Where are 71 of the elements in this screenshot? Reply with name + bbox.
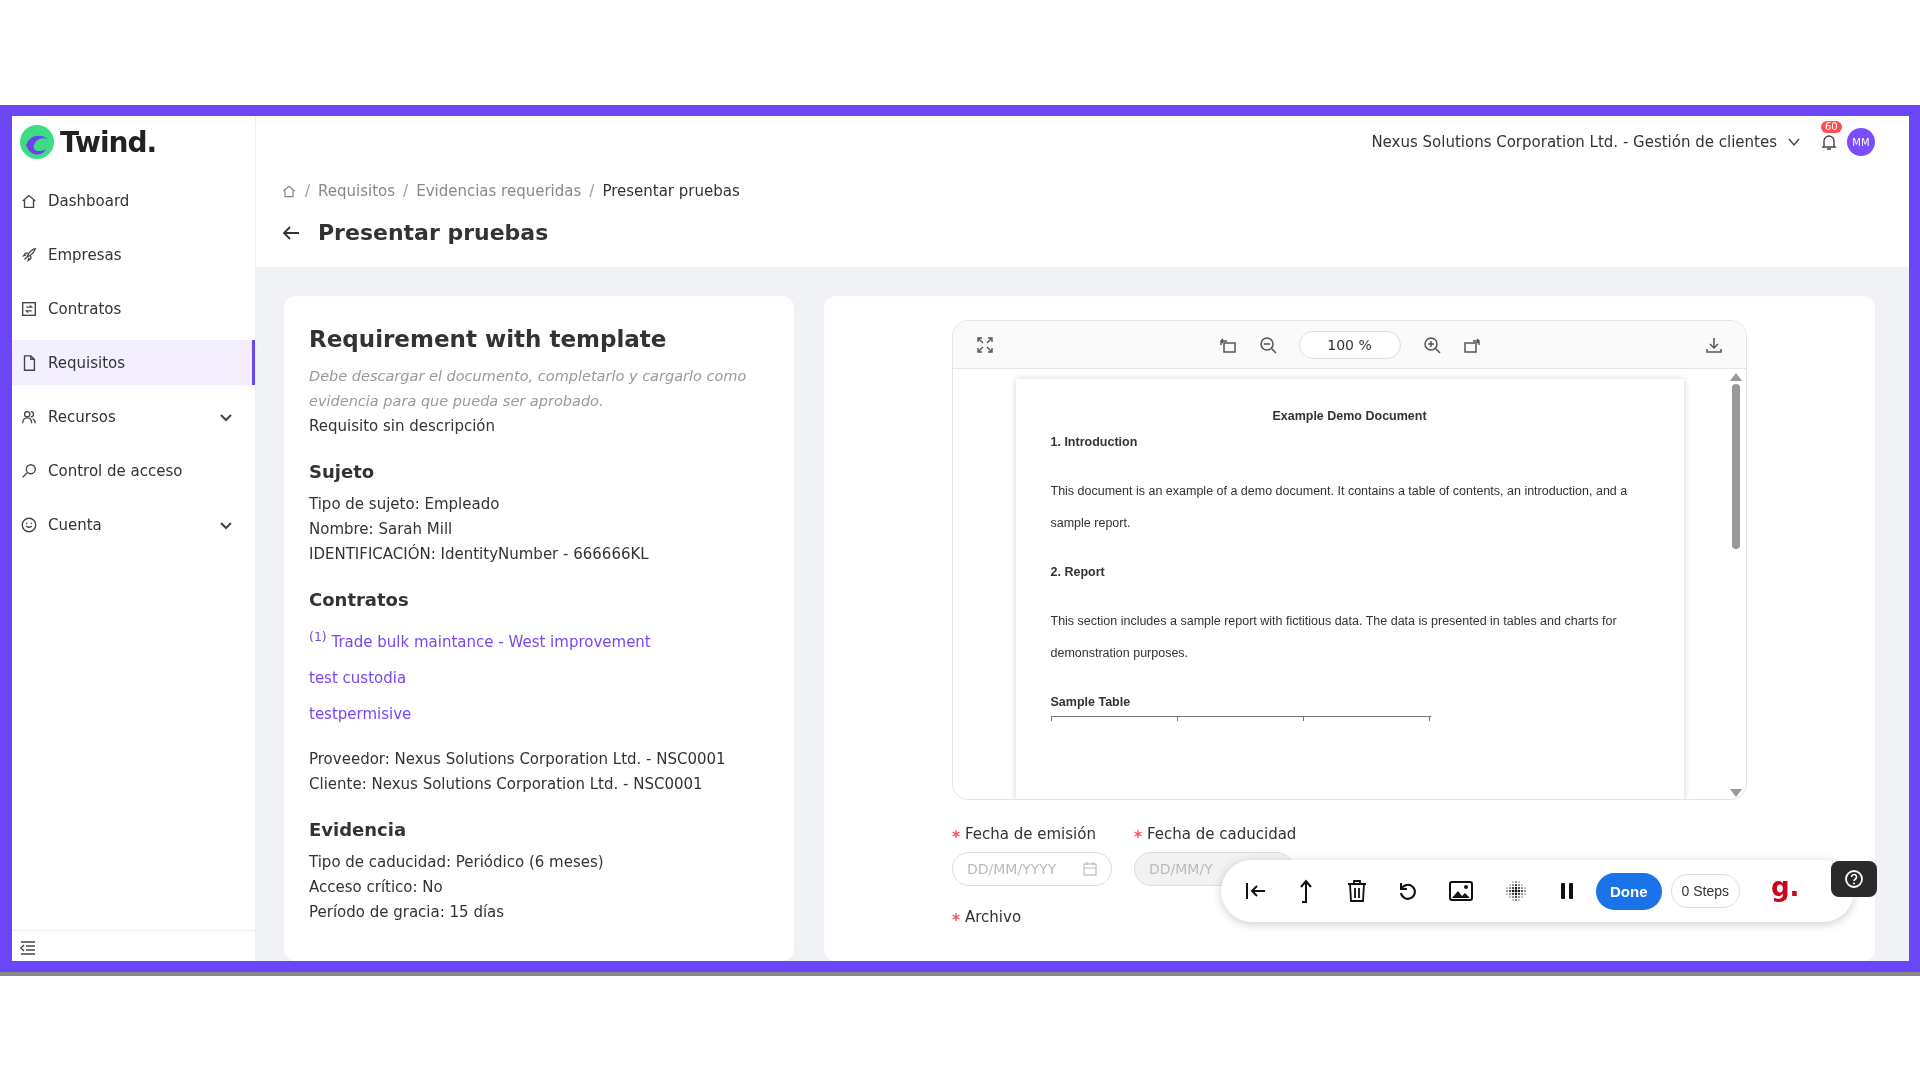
section-heading: Evidencia <box>309 819 408 840</box>
breadcrumb-link[interactable]: Requisitos <box>318 182 396 200</box>
document-paragraph: This section includes a sample report with fictitious data. The data is presented in tables and charts for demonstration purposes. <box>1050 613 1618 662</box>
page-title: Presentar pruebas <box>318 220 549 245</box>
smile-icon <box>20 515 38 534</box>
scroll-thumb[interactable] <box>1732 384 1740 549</box>
sidebar-item[interactable]: Recursos <box>12 394 255 439</box>
zoom-level-field[interactable]: 100 % <box>1298 330 1401 359</box>
blur-icon[interactable] <box>1504 879 1528 903</box>
organization-selector[interactable]: Nexus Solutions Corporation Ltd. - Gestión de clientes <box>1371 133 1777 151</box>
section-heading: Sujeto <box>309 461 376 482</box>
sidebar-item[interactable]: Requisitos <box>12 340 255 385</box>
detail-text: Nombre: Sarah Mill <box>309 519 454 540</box>
sidebar-item[interactable]: Contratos <box>12 286 255 331</box>
table-caption: Sample Table <box>1050 695 1132 709</box>
document-heading: 2. Report <box>1050 565 1106 579</box>
document-heading: 1. Introduction <box>1050 435 1139 449</box>
sidebar-item[interactable]: Empresas <box>12 232 255 277</box>
user-avatar[interactable]: MM <box>1847 128 1875 156</box>
detail-text: Período de gracia: 15 días <box>309 902 506 923</box>
requirement-title: Requirement with template <box>309 326 668 352</box>
instructions-text: Debe descargar el documento, completarlo y cargarlo como evidencia para que pueda ser aprobado. <box>309 367 748 411</box>
detail-text: Cliente: Nexus Solutions Corporation Ltd. - NSC0001 <box>309 774 704 795</box>
collapse-menu-icon[interactable] <box>20 941 36 955</box>
rocket-icon <box>20 245 38 264</box>
field-label: Fecha de emisión <box>965 825 1096 843</box>
document-paragraph: This document is an example of a demo document. It contains a table of contents, an introduction, and a sample report. <box>1050 483 1629 532</box>
document-title: Example Demo Document <box>1271 409 1428 423</box>
contract-link[interactable]: $^{(1)}$ Trade bulk maintance - West improvement <box>309 624 769 655</box>
detail-text: Proveedor: Nexus Solutions Corporation Ltd. - NSC0001 <box>309 749 727 770</box>
sidebar-item[interactable]: Control de acceso <box>12 448 255 493</box>
bell-icon[interactable] <box>1821 133 1837 151</box>
section-heading: Contratos <box>309 589 410 610</box>
contract-icon <box>20 299 38 318</box>
trash-icon[interactable] <box>1347 880 1367 902</box>
scroll-down-icon[interactable] <box>1730 789 1742 797</box>
contract-link[interactable]: testpermisive <box>309 702 769 727</box>
detail-text: Tipo de sujeto: Empleado <box>309 494 501 515</box>
detail-text: Acceso crítico: No <box>309 877 444 898</box>
download-icon[interactable] <box>1706 336 1722 353</box>
scroll-up-icon[interactable] <box>1730 373 1742 381</box>
breadcrumb-link[interactable]: Evidencias requeridas <box>416 182 582 200</box>
field-label: Archivo <box>965 908 1022 926</box>
pause-icon[interactable] <box>1559 881 1575 901</box>
help-button[interactable] <box>1831 861 1877 897</box>
fullscreen-icon[interactable] <box>977 336 993 353</box>
recorder-logo: g. <box>1771 872 1800 902</box>
undo-icon[interactable] <box>1398 881 1418 901</box>
skip-back-icon[interactable] <box>1245 881 1267 901</box>
back-arrow-icon[interactable] <box>282 224 300 241</box>
done-button[interactable]: Done <box>1596 872 1662 910</box>
notification-badge: 60 <box>1821 121 1842 133</box>
breadcrumb-separator: / <box>589 182 595 200</box>
detail-text: Tipo de caducidad: Periódico (6 meses) <box>309 852 605 873</box>
sidebar-item[interactable]: Dashboard <box>12 178 255 223</box>
logo-icon <box>18 123 56 161</box>
zoom-out-icon[interactable] <box>1258 335 1277 354</box>
field-label: Fecha de caducidad <box>1147 825 1297 843</box>
help-icon <box>1844 869 1864 889</box>
contract-link[interactable]: test custodia <box>309 666 769 691</box>
logo-text: Twind. <box>60 125 157 159</box>
breadcrumb-separator: / <box>403 182 409 200</box>
detail-text: IDENTIFICACIÓN: IdentityNumber - 666666KL <box>309 543 650 565</box>
sidebar-item[interactable]: Cuenta <box>12 502 255 547</box>
home-icon[interactable] <box>281 183 297 199</box>
image-icon[interactable] <box>1449 881 1473 901</box>
calendar-icon <box>1083 862 1097 876</box>
description-text: Requisito sin descripción <box>309 416 496 437</box>
breadcrumb-separator: / <box>305 182 311 200</box>
steps-button[interactable]: 0 Steps <box>1670 874 1740 908</box>
zoom-in-icon[interactable] <box>1422 335 1441 354</box>
